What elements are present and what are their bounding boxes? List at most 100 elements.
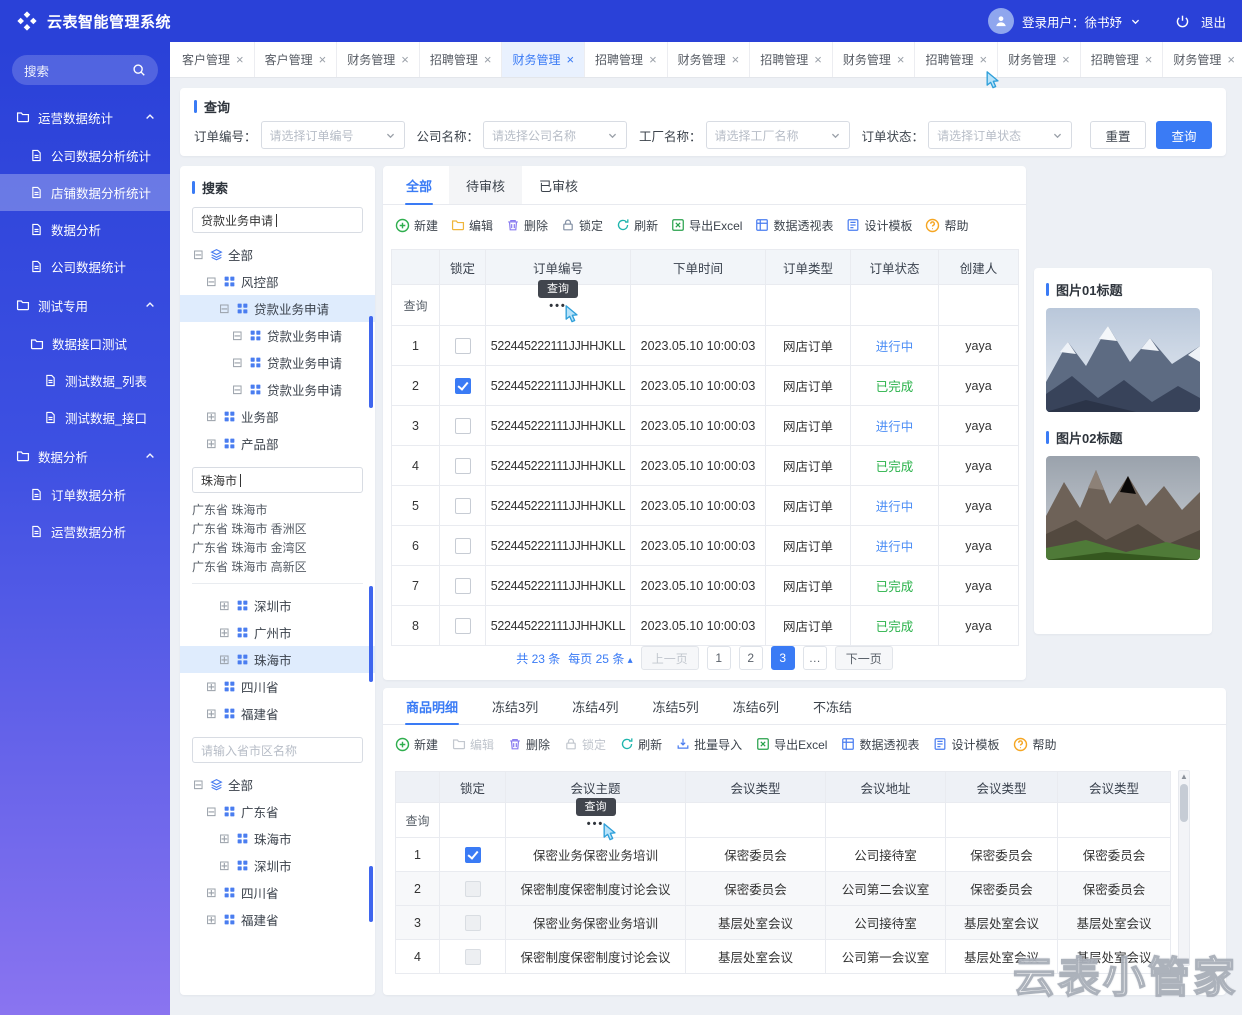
tab-财务管理-3[interactable]: 财务管理 × [337, 42, 420, 77]
query-select[interactable]: 请选择工厂名称 [705, 121, 850, 149]
tree-node-贷款业务申请-3[interactable]: ⊟ 贷款业务申请 [180, 295, 375, 322]
expand-icon[interactable]: ⊞ [205, 410, 218, 423]
power-icon[interactable] [1175, 14, 1190, 29]
panel-tab-已审核[interactable]: 已审核 [522, 166, 595, 204]
panel-tab-冻结4列[interactable]: 冻结4列 [555, 688, 635, 724]
row-checkbox[interactable] [454, 457, 471, 474]
expand-icon[interactable]: ⊞ [205, 437, 218, 450]
scrollbar-thumb[interactable] [369, 586, 373, 682]
toolbar-数据透视表-button[interactable]: 数据透视表 [841, 736, 919, 753]
row-checkbox[interactable] [464, 948, 481, 965]
tree-node-福建省-6[interactable]: ⊞ 福建省 [180, 906, 375, 933]
sidebar-item-数据接口测试-7[interactable]: 数据接口测试 [0, 325, 170, 362]
query-select[interactable]: 请选择订单状态 [928, 121, 1073, 149]
image-1[interactable] [1046, 308, 1200, 412]
expand-icon[interactable]: ⊞ [205, 913, 218, 926]
close-tab-icon[interactable]: × [1062, 52, 1070, 67]
panel-tab-冻结6列[interactable]: 冻结6列 [716, 688, 796, 724]
expand-icon[interactable]: ⊞ [218, 832, 231, 845]
order-row[interactable]: 1 522445222111JJHHJKLL 2023.05.10 10:00:03… [391, 325, 1019, 366]
sidebar-item-订单数据分析-11[interactable]: 订单数据分析 [0, 476, 170, 513]
close-tab-icon[interactable]: × [401, 52, 409, 67]
toolbar-刷新-button[interactable]: 刷新 [616, 217, 658, 234]
panel-tab-冻结3列[interactable]: 冻结3列 [475, 688, 555, 724]
prev-page-button[interactable]: 上一页 [640, 646, 699, 670]
row-checkbox[interactable] [464, 880, 481, 897]
column-header[interactable]: 会议类型 [945, 771, 1058, 803]
meeting-row[interactable]: 2 保密制度保密制度讨论会议 保密委员会 公司第二会议室 保密委员会 保密委员会 [395, 871, 1171, 906]
collapse-icon[interactable]: ⊟ [205, 805, 218, 818]
toolbar-帮助-button[interactable]: 帮助 [925, 217, 968, 234]
toolbar-导出Excel-button[interactable]: 导出Excel [756, 736, 827, 753]
tree-node-深圳市-4[interactable]: ⊞ 深圳市 [180, 852, 375, 879]
expand-icon[interactable]: ⊞ [205, 680, 218, 693]
search-result-item[interactable]: 广东省 珠海市 [192, 501, 363, 520]
collapse-icon[interactable]: ⊟ [192, 778, 205, 791]
row-checkbox[interactable] [454, 337, 471, 354]
toolbar-刷新-button[interactable]: 刷新 [620, 736, 662, 753]
column-header[interactable]: 会议地址 [825, 771, 946, 803]
tab-财务管理-5[interactable]: 财务管理 × [502, 42, 586, 77]
row-checkbox[interactable] [454, 617, 471, 634]
query-submit-button[interactable]: 查询 [1156, 121, 1212, 149]
vertical-scrollbar[interactable]: ▲ [1178, 770, 1190, 966]
tree-node-产品部-8[interactable]: ⊞ 产品部 [180, 430, 375, 457]
column-header[interactable]: 会议类型 [685, 771, 826, 803]
logout-button[interactable]: 退出 [1201, 12, 1226, 31]
panel-tab-商品明细[interactable]: 商品明细 [389, 688, 475, 725]
tree-node-风控部-2[interactable]: ⊟ 风控部 [180, 268, 375, 295]
scrollbar-thumb[interactable] [369, 316, 373, 408]
tree-node-贷款业务申请-6[interactable]: ⊟ 贷款业务申请 [180, 376, 375, 403]
close-tab-icon[interactable]: × [484, 52, 492, 67]
row-checkbox[interactable] [454, 377, 471, 394]
tree-node-广州市-2[interactable]: ⊞ 广州市 [180, 619, 375, 646]
collapse-icon[interactable]: ⊟ [231, 329, 244, 342]
query-select[interactable]: 请选择公司名称 [483, 121, 628, 149]
sidebar-item-公司数据统计-5[interactable]: 公司数据统计 [0, 248, 170, 285]
tab-财务管理-13[interactable]: 财务管理 × [1163, 42, 1242, 77]
page-3-button[interactable]: 3 [770, 646, 795, 670]
sidebar-search-input[interactable]: 搜索 [12, 55, 158, 85]
sidebar-group-数据分析-10[interactable]: 数据分析 [0, 436, 170, 476]
per-page-selector[interactable]: 每页 25 条 ▴ [568, 650, 632, 667]
row-checkbox[interactable] [454, 577, 471, 594]
reset-button[interactable]: 重置 [1090, 121, 1146, 149]
tree-node-福建省-5[interactable]: ⊞ 福建省 [180, 700, 375, 727]
page-1-button[interactable]: 1 [706, 646, 731, 670]
toolbar-删除-button[interactable]: 删除 [506, 217, 548, 234]
sidebar-item-店铺数据分析统计-3[interactable]: 店铺数据分析统计 [0, 174, 170, 211]
collapse-icon[interactable]: ⊟ [231, 356, 244, 369]
scroll-up-icon[interactable]: ▲ [1180, 771, 1188, 783]
tree-node-广东省-2[interactable]: ⊟ 广东省 [180, 798, 375, 825]
tree-search-input-2[interactable]: 珠海市 [192, 467, 363, 493]
close-tab-icon[interactable]: × [732, 52, 740, 67]
column-header[interactable]: 订单类型 [765, 249, 851, 285]
column-header[interactable]: 下单时间 [630, 249, 766, 285]
collapse-icon[interactable]: ⊟ [192, 248, 205, 261]
column-header[interactable]: 锁定 [439, 771, 506, 803]
close-tab-icon[interactable]: × [649, 52, 657, 67]
query-select[interactable]: 请选择订单编号 [260, 121, 405, 149]
column-header[interactable] [391, 249, 440, 285]
tree-node-贷款业务申请-4[interactable]: ⊟ 贷款业务申请 [180, 322, 375, 349]
tab-招聘管理-12[interactable]: 招聘管理 × [1081, 42, 1164, 77]
expand-icon[interactable]: ⊞ [218, 599, 231, 612]
collapse-icon[interactable]: ⊟ [231, 383, 244, 396]
close-tab-icon[interactable]: × [980, 52, 988, 67]
toolbar-帮助-button[interactable]: 帮助 [1013, 736, 1057, 753]
tree-node-深圳市-1[interactable]: ⊞ 深圳市 [180, 592, 375, 619]
order-row[interactable]: 6 522445222111JJHHJKLL 2023.05.10 10:00:03… [391, 525, 1019, 566]
sidebar-group-测试专用-6[interactable]: 测试专用 [0, 285, 170, 325]
sidebar-item-测试数据_接口-9[interactable]: 测试数据_接口 [0, 399, 170, 436]
page-ellipsis-button[interactable]: … [802, 646, 827, 670]
image-2[interactable] [1046, 456, 1200, 560]
toolbar-数据透视表-button[interactable]: 数据透视表 [755, 217, 833, 234]
close-tab-icon[interactable]: × [319, 52, 327, 67]
user-avatar[interactable] [987, 8, 1014, 34]
row-checkbox[interactable] [464, 846, 481, 863]
tree-node-贷款业务申请-5[interactable]: ⊟ 贷款业务申请 [180, 349, 375, 376]
meeting-row[interactable]: 3 保密业务保密业务培训 基层处室会议 公司接待室 基层处室会议 基层处室会议 [395, 905, 1171, 940]
tab-招聘管理-10[interactable]: 招聘管理 × [915, 42, 999, 89]
tab-客户管理-1[interactable]: 客户管理 × [172, 42, 255, 77]
toolbar-新建-button[interactable]: 新建 [395, 736, 438, 753]
